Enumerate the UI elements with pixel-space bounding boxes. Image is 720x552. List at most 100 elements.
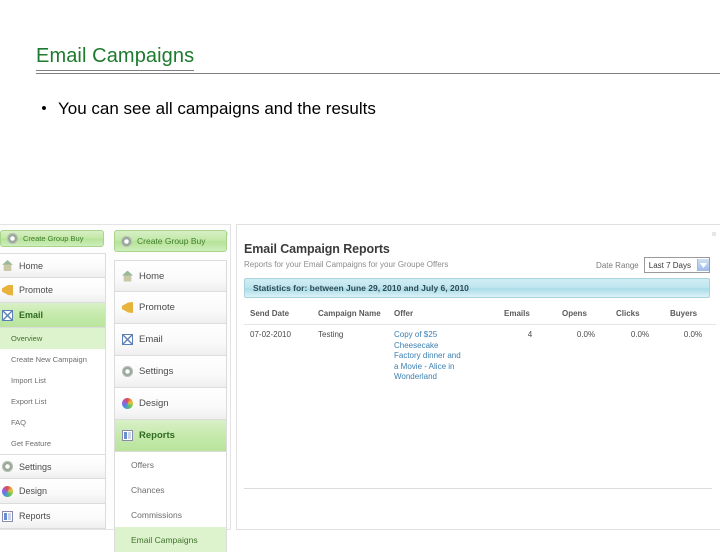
cell-clicks: 0.0% — [630, 330, 650, 339]
sidebar-item-email[interactable]: Email — [0, 303, 106, 328]
sidebar-item-home[interactable]: Home — [114, 260, 227, 292]
column-header-emails[interactable]: Emails — [498, 304, 556, 325]
sidebar-subitem-label: FAQ — [11, 418, 27, 427]
date-range-control: Date Range Last 7 Days — [596, 257, 710, 273]
sidebar-subitem-commissions[interactable]: Commissions — [114, 502, 227, 527]
sidebar-item-label: Reports — [19, 511, 51, 521]
sidebar-item-home[interactable]: Home — [0, 253, 106, 278]
offer-line: Copy of $25 — [394, 330, 438, 339]
bullet-text: You can see all campaigns and the result… — [58, 99, 376, 118]
cell-emails: 4 — [527, 330, 533, 339]
sidebar-subitem-faq[interactable]: FAQ — [0, 412, 106, 433]
create-group-buy-label: Create Group Buy — [23, 234, 84, 243]
sidebar-item-design[interactable]: Design — [114, 388, 227, 420]
offer-line: a Movie - Alice in — [394, 361, 455, 371]
sidebar-subitem-import-list[interactable]: Import List — [0, 370, 106, 391]
sidebar-subitem-chances[interactable]: Chances — [114, 477, 227, 502]
report-panel: Email Campaign Reports Reports for your … — [240, 230, 716, 526]
gear-icon — [122, 366, 133, 377]
sidebar-item-label: Home — [19, 260, 44, 271]
column-header-opens[interactable]: Opens — [556, 304, 610, 325]
cell-buyers: 0.0% — [683, 330, 703, 339]
sidebar-item-label: Promote — [139, 302, 175, 313]
sidebar-item-label: Home — [139, 270, 165, 282]
sidebar-subitem-create-new-campaign[interactable]: Create New Campaign — [0, 349, 106, 370]
date-range-select[interactable]: Last 7 Days — [643, 257, 710, 273]
column-header-clicks[interactable]: Clicks — [610, 304, 664, 325]
sidebar-item-label: Email — [139, 334, 163, 345]
column-header-campaign-name[interactable]: Campaign Name — [312, 304, 388, 325]
sidebar-item-label: Email — [19, 310, 44, 320]
statistics-summary-text: Statistics for: between June 29, 2010 an… — [253, 283, 469, 293]
campaign-reports-table: Send Date Campaign Name Offer Emails Ope… — [244, 304, 716, 389]
table-row: 07-02-2010 Testing Copy of $25 Cheesecak… — [244, 325, 716, 389]
sidebar-subitem-overview[interactable]: Overview — [0, 328, 106, 349]
sidebar-item-label: Design — [139, 398, 169, 409]
gear-icon — [7, 233, 18, 244]
sidebar-item-design[interactable]: Design — [0, 479, 106, 504]
cell-offer[interactable]: Copy of $25 Cheesecake Factory dinner an… — [388, 325, 498, 389]
envelope-icon — [2, 309, 13, 321]
panel-divider — [244, 488, 712, 489]
offer-line: Cheesecake — [394, 340, 439, 350]
sidebar-item-label: Settings — [139, 366, 174, 377]
sidebar-item-settings[interactable]: Settings — [114, 356, 227, 388]
envelope-icon — [122, 334, 133, 345]
sidebar-subitem-label: Export List — [11, 397, 47, 406]
sidebar-subitem-get-feature[interactable]: Get Feature — [0, 433, 106, 454]
sidebar-subitem-label: Chances — [131, 484, 165, 495]
sidebar-subitem-label: Overview — [11, 334, 43, 343]
home-icon — [2, 260, 13, 271]
palette-icon — [2, 485, 13, 497]
cell-opens: 0.0% — [576, 330, 596, 339]
sidebar-subitem-export-list[interactable]: Export List — [0, 391, 106, 412]
report-title: Email Campaign Reports — [244, 242, 390, 256]
megaphone-icon — [2, 284, 13, 296]
chevron-down-icon[interactable] — [697, 259, 709, 271]
sidebar-item-label: Settings — [19, 461, 52, 472]
embedded-screenshot: Create Group Buy Home Promote Email Over… — [0, 222, 720, 552]
gear-icon — [121, 235, 132, 247]
palette-icon — [122, 398, 133, 409]
table-header-row: Send Date Campaign Name Offer Emails Ope… — [244, 304, 716, 325]
create-group-buy-button[interactable]: Create Group Buy — [114, 230, 227, 252]
sidebar-subitem-label: Offers — [131, 459, 154, 470]
sidebar-subitem-offers[interactable]: Offers — [114, 452, 227, 477]
page-title-wrapper: Email Campaigns — [36, 44, 710, 74]
cell-campaign-name[interactable]: Testing — [312, 325, 388, 389]
megaphone-icon — [122, 302, 133, 313]
offer-line: Wonderland — [394, 372, 437, 381]
sidebar-subitem-label: Commissions — [131, 509, 183, 520]
report-subtitle: Reports for your Email Campaigns for you… — [244, 260, 449, 269]
home-icon — [122, 270, 133, 282]
report-icon — [2, 510, 13, 522]
sidebar-item-email[interactable]: Email — [114, 324, 227, 356]
date-range-label: Date Range — [596, 260, 639, 270]
column-header-offer[interactable]: Offer — [388, 304, 498, 325]
create-group-buy-label: Create Group Buy — [137, 236, 206, 246]
sidebar-item-label: Design — [19, 486, 48, 496]
sidebar-subitem-label: Import List — [11, 376, 47, 385]
statistics-summary-bar: Statistics for: between June 29, 2010 an… — [244, 278, 710, 298]
sidebar-subitem-label: Get Feature — [11, 439, 52, 448]
sidebar-item-reports[interactable]: Reports — [0, 504, 106, 529]
report-icon — [122, 430, 133, 441]
page-title: Email Campaigns — [36, 44, 195, 71]
sidebar-item-promote[interactable]: Promote — [0, 278, 106, 303]
create-group-buy-button[interactable]: Create Group Buy — [0, 230, 104, 247]
bullet-list-item: • You can see all campaigns and the resu… — [36, 98, 376, 120]
sidebar-item-promote[interactable]: Promote — [114, 292, 227, 324]
sidebar-item-label: Promote — [19, 285, 54, 295]
bullet-marker: • — [41, 100, 47, 117]
column-header-send-date[interactable]: Send Date — [244, 304, 312, 325]
cell-send-date: 07-02-2010 — [250, 330, 291, 339]
sidebar-item-settings[interactable]: Settings — [0, 454, 106, 479]
date-range-value: Last 7 Days — [648, 260, 691, 270]
sidebar-item-reports[interactable]: Reports — [114, 420, 227, 452]
gear-icon — [2, 461, 13, 472]
sidebar-subitem-label: Create New Campaign — [11, 355, 87, 364]
sidebar-item-label: Reports — [139, 430, 175, 441]
column-header-buyers[interactable]: Buyers — [664, 304, 716, 325]
offer-line: Factory dinner and — [394, 351, 461, 360]
title-divider — [36, 73, 720, 74]
